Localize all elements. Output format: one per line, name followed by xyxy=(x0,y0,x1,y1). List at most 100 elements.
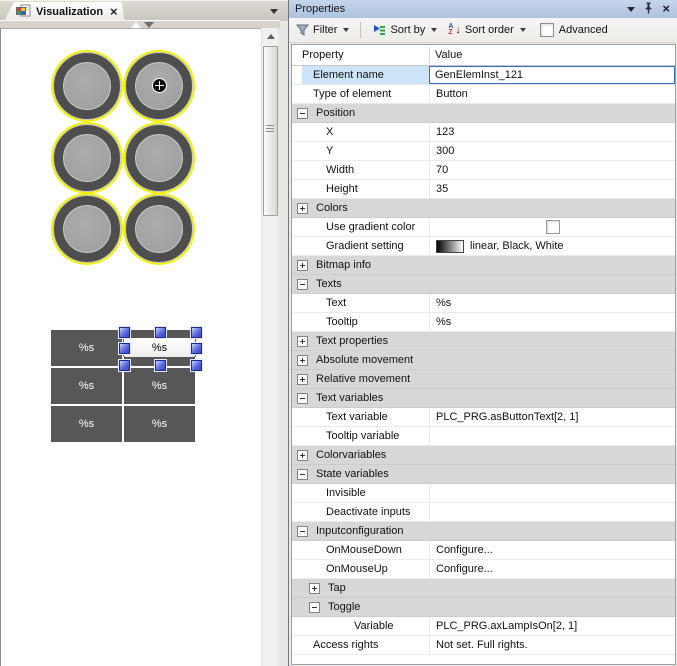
visu-button[interactable]: %s xyxy=(51,406,122,442)
selection-handle[interactable] xyxy=(119,360,130,371)
sort-order-button[interactable]: A Z ↓ Sort order xyxy=(445,22,528,38)
property-value[interactable]: %s xyxy=(429,313,675,331)
group-row-toggle[interactable]: Toggle xyxy=(292,598,675,617)
visualization-canvas[interactable]: %s%s%s%s%s%s xyxy=(0,28,278,666)
property-row-x[interactable]: X123 xyxy=(292,123,675,142)
property-row-use-gradient-color[interactable]: Use gradient color xyxy=(292,218,675,237)
property-value[interactable] xyxy=(429,218,675,236)
advanced-toggle[interactable]: Advanced xyxy=(540,23,608,37)
property-value[interactable]: 300 xyxy=(429,142,675,160)
tab-list-dropdown-icon[interactable] xyxy=(270,9,278,14)
group-row-position[interactable]: Position xyxy=(292,104,675,123)
property-column-header[interactable]: Property xyxy=(302,45,344,65)
close-panel-icon[interactable]: × xyxy=(662,3,670,15)
collapse-icon[interactable] xyxy=(297,108,308,119)
group-row-text-variables[interactable]: Text variables xyxy=(292,389,675,408)
property-row-access-rights[interactable]: Access rightsNot set. Full rights. xyxy=(292,636,675,655)
lamp-element[interactable] xyxy=(126,196,192,262)
property-row-variable[interactable]: VariablePLC_PRG.axLampIsOn[2, 1] xyxy=(292,617,675,636)
visu-button[interactable]: %s xyxy=(124,368,195,404)
property-row-y[interactable]: Y300 xyxy=(292,142,675,161)
selection-handle[interactable] xyxy=(191,360,202,371)
expand-icon[interactable] xyxy=(297,203,308,214)
property-value[interactable]: Configure... xyxy=(429,560,675,578)
property-row-height[interactable]: Height35 xyxy=(292,180,675,199)
property-value[interactable]: PLC_PRG.asButtonText[2, 1] xyxy=(429,408,675,426)
canvas-vertical-scrollbar[interactable] xyxy=(261,28,278,666)
group-row-colorvariables[interactable]: Colorvariables xyxy=(292,446,675,465)
scrollbar-thumb[interactable] xyxy=(263,46,278,216)
value-checkbox-icon[interactable] xyxy=(546,220,560,234)
property-value[interactable]: Button xyxy=(429,85,675,103)
selection-handle[interactable] xyxy=(155,360,166,371)
expand-icon[interactable] xyxy=(297,450,308,461)
advanced-checkbox-icon[interactable] xyxy=(540,23,554,37)
expand-icon[interactable] xyxy=(297,336,308,347)
visu-button[interactable]: %s xyxy=(51,330,122,366)
property-row-gradient-setting[interactable]: Gradient settinglinear, Black, White xyxy=(292,237,675,256)
lamp-element[interactable] xyxy=(54,53,120,119)
property-value[interactable]: 70 xyxy=(429,161,675,179)
property-row-invisible[interactable]: Invisible xyxy=(292,484,675,503)
property-row-width[interactable]: Width70 xyxy=(292,161,675,180)
group-row-inputconfiguration[interactable]: Inputconfiguration xyxy=(292,522,675,541)
property-value[interactable]: GenElemInst_121 xyxy=(429,66,675,84)
selection-handle[interactable] xyxy=(155,327,166,338)
property-value[interactable] xyxy=(429,484,675,502)
group-row-bitmap-info[interactable]: Bitmap info xyxy=(292,256,675,275)
expand-icon[interactable] xyxy=(297,260,308,271)
group-row-texts[interactable]: Texts xyxy=(292,275,675,294)
property-row-element-name[interactable]: Element nameGenElemInst_121 xyxy=(292,66,675,85)
visu-button[interactable]: %s xyxy=(124,406,195,442)
property-value[interactable] xyxy=(429,427,675,445)
properties-title-bar[interactable]: Properties × xyxy=(289,0,677,18)
property-row-onmousedown[interactable]: OnMouseDownConfigure... xyxy=(292,541,675,560)
property-row-deactivate-inputs[interactable]: Deactivate inputs xyxy=(292,503,675,522)
auto-hide-pin-icon[interactable] xyxy=(644,2,653,17)
group-row-relative-movement[interactable]: Relative movement xyxy=(292,370,675,389)
group-row-absolute-movement[interactable]: Absolute movement xyxy=(292,351,675,370)
tab-visualization[interactable]: Visualization × xyxy=(4,2,125,21)
property-name: OnMouseDown xyxy=(292,541,429,559)
collapse-icon[interactable] xyxy=(297,469,308,480)
filter-button[interactable]: Filter xyxy=(293,22,352,38)
selection-handle[interactable] xyxy=(119,327,130,338)
property-row-type-of-element[interactable]: Type of elementButton xyxy=(292,85,675,104)
expand-icon[interactable] xyxy=(297,374,308,385)
group-row-state-variables[interactable]: State variables xyxy=(292,465,675,484)
group-row-colors[interactable]: Colors xyxy=(292,199,675,218)
property-value[interactable]: %s xyxy=(429,294,675,312)
group-row-text-properties[interactable]: Text properties xyxy=(292,332,675,351)
property-row-text[interactable]: Text%s xyxy=(292,294,675,313)
property-row-onmouseup[interactable]: OnMouseUpConfigure... xyxy=(292,560,675,579)
collapse-icon[interactable] xyxy=(297,279,308,290)
lamp-element[interactable] xyxy=(54,196,120,262)
property-value[interactable]: Configure... xyxy=(429,541,675,559)
selection-handle[interactable] xyxy=(119,343,130,354)
property-value[interactable] xyxy=(429,503,675,521)
property-value[interactable]: PLC_PRG.axLampIsOn[2, 1] xyxy=(429,617,675,635)
tab-close-icon[interactable]: × xyxy=(110,5,118,18)
collapse-icon[interactable] xyxy=(309,602,320,613)
expand-icon[interactable] xyxy=(309,583,320,594)
sort-by-button[interactable]: Sort by xyxy=(369,22,440,38)
collapse-icon[interactable] xyxy=(297,393,308,404)
group-row-tap[interactable]: Tap xyxy=(292,579,675,598)
expand-icon[interactable] xyxy=(297,355,308,366)
property-row-tooltip-variable[interactable]: Tooltip variable xyxy=(292,427,675,446)
selection-handle[interactable] xyxy=(191,327,202,338)
visu-button[interactable]: %s xyxy=(51,368,122,404)
property-value[interactable]: 35 xyxy=(429,180,675,198)
scroll-up-button[interactable] xyxy=(262,28,279,45)
lamp-element[interactable] xyxy=(126,125,192,191)
window-menu-dropdown-icon[interactable] xyxy=(627,7,635,12)
collapse-icon[interactable] xyxy=(297,526,308,537)
property-value[interactable]: Not set. Full rights. xyxy=(429,636,675,654)
property-value[interactable]: linear, Black, White xyxy=(429,237,675,255)
property-value[interactable]: 123 xyxy=(429,123,675,141)
selection-handle[interactable] xyxy=(191,343,202,354)
property-row-tooltip[interactable]: Tooltip%s xyxy=(292,313,675,332)
property-row-text-variable[interactable]: Text variablePLC_PRG.asButtonText[2, 1] xyxy=(292,408,675,427)
lamp-element[interactable] xyxy=(54,125,120,191)
value-column-header[interactable]: Value xyxy=(435,45,462,65)
